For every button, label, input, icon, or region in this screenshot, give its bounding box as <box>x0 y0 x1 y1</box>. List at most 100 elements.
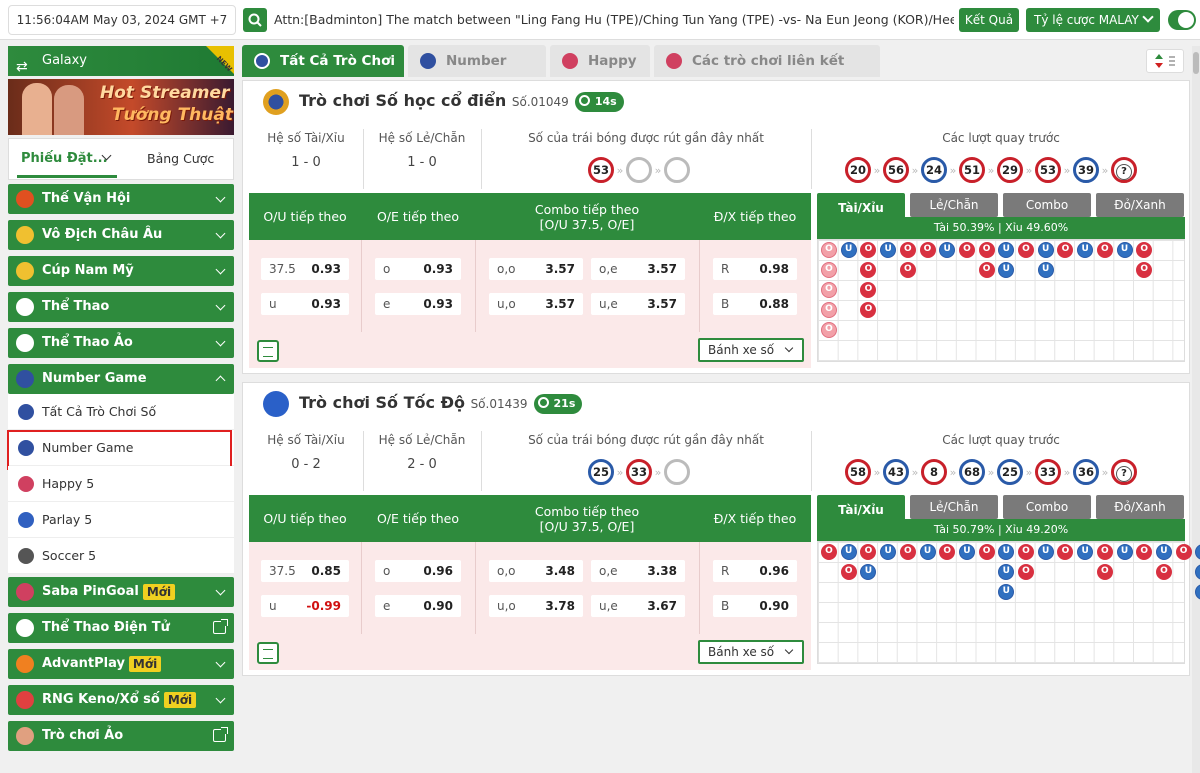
results-button[interactable]: Kết Quả <box>959 8 1019 32</box>
odds-cell[interactable]: 37.5 0.93 <box>261 258 349 280</box>
sidebar-subitem-5[interactable]: Soccer 5 <box>8 538 234 574</box>
trend-tab[interactable]: Đỏ/Xanh <box>1096 193 1184 217</box>
sidebar-section-label: Vô Địch Châu Âu <box>42 227 163 242</box>
divider <box>699 542 700 634</box>
chevron-down-icon[interactable] <box>215 264 226 275</box>
torch-icon <box>16 190 34 208</box>
previous-ball: 68 <box>959 459 985 485</box>
number-wheel-select[interactable]: Bánh xe số <box>698 338 804 362</box>
tab-bet-board[interactable]: Bảng Cược <box>147 151 214 166</box>
hot-streamer-banner[interactable]: Hot Streamer Tướng Thuật <box>8 79 234 135</box>
odds-cell[interactable]: o,e 3.57 <box>591 258 685 280</box>
odds-cell[interactable]: u,e 3.67 <box>591 595 685 617</box>
notes-icon[interactable] <box>257 642 279 664</box>
trend-dot: O <box>978 544 995 560</box>
galaxy-button[interactable]: ⇄ Galaxy NEW <box>8 46 234 76</box>
sort-button[interactable] <box>1146 49 1184 73</box>
divider <box>699 240 700 332</box>
odds-cell[interactable]: 37.5 0.85 <box>261 560 349 582</box>
odds-cell[interactable]: o 0.93 <box>375 258 461 280</box>
sidebar-subitem-3[interactable]: Happy 5 <box>8 466 234 502</box>
previous-ball: 39 <box>1073 157 1099 183</box>
chevron-down-icon[interactable] <box>215 300 226 311</box>
odds-cell[interactable]: B 0.90 <box>713 595 797 617</box>
sidebar-section-3[interactable]: Cúp Nam Mỹ <box>8 256 234 286</box>
trend-tab[interactable]: Đỏ/Xanh <box>1096 495 1184 519</box>
oe-ratio-value: 2 - 0 <box>407 457 437 472</box>
sidebar-bottom-section-5[interactable]: Trò chơi Ảo <box>8 721 234 751</box>
odds-cell[interactable]: o,o 3.48 <box>489 560 583 582</box>
odds-cell[interactable]: o,e 3.38 <box>591 560 685 582</box>
external-link-icon[interactable] <box>213 619 228 634</box>
trend-tab[interactable]: Tài/Xỉu <box>817 193 905 219</box>
bet-slip-tabs: Phiếu Đặt... Bảng Cược <box>8 138 234 180</box>
odds-key: u <box>269 297 277 311</box>
tab-all-number-games[interactable]: Tất Cả Trò Chơi Số <box>242 45 404 101</box>
odds-cell[interactable]: e 0.93 <box>375 293 461 315</box>
sidebar-bottom-section-3[interactable]: AdvantPlay Mới <box>8 649 234 679</box>
chevron-down-icon[interactable] <box>215 585 226 596</box>
trend-dot: O <box>1155 564 1172 580</box>
section-icon <box>16 583 34 601</box>
trend-tab[interactable]: Lẻ/Chẵn <box>910 495 998 519</box>
combo-next-header: Combo tiếp theo [O/U 37.5, O/E] <box>475 495 699 542</box>
tab-bet-slip[interactable]: Phiếu Đặt... <box>21 151 108 166</box>
sidebar-section-label: AdvantPlay <box>42 656 125 671</box>
trend-dot: U <box>1116 544 1133 560</box>
chevron-down-icon[interactable] <box>215 336 226 347</box>
odds-cell[interactable]: u,o 3.57 <box>489 293 583 315</box>
arrow-icon: » <box>616 163 624 177</box>
section-icon <box>16 655 34 673</box>
odds-cell[interactable]: u 0.93 <box>261 293 349 315</box>
trend-dot: O <box>958 242 975 258</box>
external-link-icon[interactable] <box>213 727 228 742</box>
chevron-down-icon[interactable] <box>215 192 226 203</box>
chevron-down-icon[interactable] <box>215 693 226 704</box>
chevron-up-icon[interactable] <box>215 375 226 386</box>
tab-number-game[interactable]: Number Game <box>408 45 546 101</box>
odds-cell[interactable]: u,e 3.57 <box>591 293 685 315</box>
scrollbar[interactable] <box>1192 46 1200 773</box>
tab-happy-5[interactable]: Happy 5 <box>550 45 650 101</box>
chevron-down-icon[interactable] <box>215 228 226 239</box>
tab-happy-5-linked[interactable]: Các trò chơi liên kết Happy 5 <box>654 45 880 101</box>
trend-summary: Tài 50.39% | Xỉu 49.60% <box>817 217 1185 239</box>
trend-tab[interactable]: Lẻ/Chẵn <box>910 193 998 217</box>
sidebar-section-4[interactable]: Thể Thao <box>8 292 234 322</box>
odds-cell[interactable]: e 0.90 <box>375 595 461 617</box>
combo-header-line1: Combo tiếp theo <box>534 201 640 217</box>
number-wheel-select[interactable]: Bánh xe số <box>698 640 804 664</box>
trend-tab[interactable]: Combo <box>1003 495 1091 519</box>
odds-value: 0.96 <box>759 564 789 578</box>
odds-footer: Bánh xe số <box>249 634 811 670</box>
odds-cell[interactable]: R 0.96 <box>713 560 797 582</box>
sidebar-section-5[interactable]: Thể Thao Ảo <box>8 328 234 358</box>
sidebar-section-2[interactable]: Vô Địch Châu Âu <box>8 220 234 250</box>
notes-icon[interactable] <box>257 340 279 362</box>
next-ball: ? <box>1111 459 1137 485</box>
sidebar-subitem-4[interactable]: Parlay 5 <box>8 502 234 538</box>
odds-cell[interactable]: B 0.88 <box>713 293 797 315</box>
odds-type-select[interactable]: Tỷ lệ cược MALAY <box>1026 8 1160 32</box>
odds-cell[interactable]: R 0.98 <box>713 258 797 280</box>
odds-cell[interactable]: u -0.99 <box>261 595 349 617</box>
odds-cell[interactable]: u,o 3.78 <box>489 595 583 617</box>
sidebar-section-1[interactable]: Thế Vận Hội <box>8 184 234 214</box>
sidebar-subitem-1[interactable]: Tất Cả Trò Chơi Số <box>8 394 234 430</box>
sidebar-bottom-section-1[interactable]: Saba PinGoal Mới <box>8 577 234 607</box>
trend-tab[interactable]: Tài/Xỉu <box>817 495 905 521</box>
sidebar-section-6[interactable]: Number Game <box>8 364 234 394</box>
odds-cell[interactable]: o 0.96 <box>375 560 461 582</box>
theme-toggle[interactable] <box>1168 10 1196 30</box>
chevron-down-icon[interactable] <box>215 657 226 668</box>
scrollbar-thumb[interactable] <box>1193 52 1199 74</box>
arrow-icon: » <box>1063 163 1071 177</box>
sidebar-subitem-2[interactable]: Number Game <box>7 430 234 470</box>
odds-cell[interactable]: o,o 3.57 <box>489 258 583 280</box>
sidebar-bottom-section-2[interactable]: Thể Thao Điện Tử <box>8 613 234 643</box>
sidebar-bottom-section-4[interactable]: RNG Keno/Xổ số Mới <box>8 685 234 715</box>
sidebar-section-label: RNG Keno/Xổ số <box>42 692 160 707</box>
trend-tab[interactable]: Combo <box>1003 193 1091 217</box>
search-button[interactable] <box>243 8 267 32</box>
divider <box>361 542 362 634</box>
